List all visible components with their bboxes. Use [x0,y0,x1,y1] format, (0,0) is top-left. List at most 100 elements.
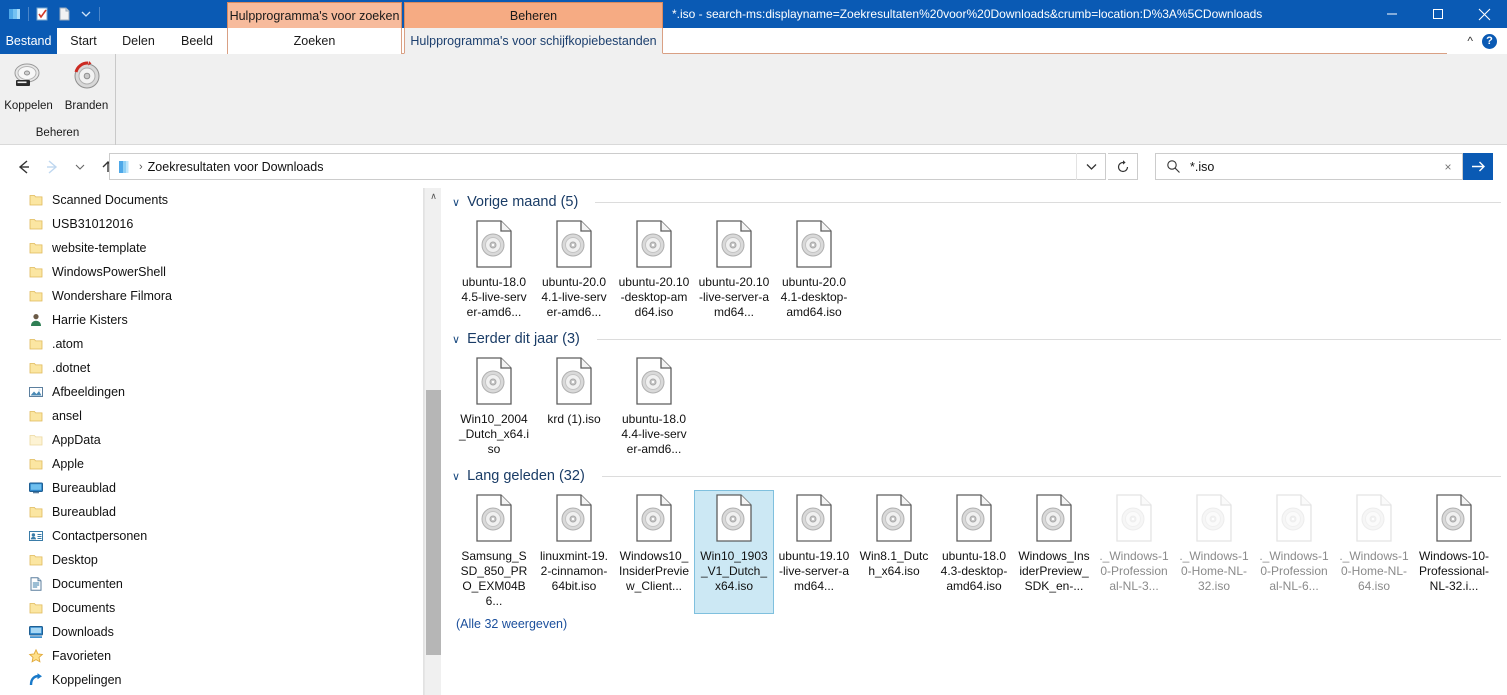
branden-button[interactable]: Branden [58,60,116,112]
iso-file-icon [1114,494,1154,545]
sidebar-item[interactable]: Bureaublad [0,500,423,524]
sidebar-item[interactable]: website-template [0,236,423,260]
file-tile[interactable]: Windows10_InsiderPreview_Client... [614,490,694,614]
window-title: *.iso - search-ms:displayname=Zoekresult… [672,7,1263,21]
file-tile[interactable]: ubuntu-19.10-live-server-amd64... [774,490,854,614]
recent-locations-button[interactable] [66,153,94,181]
group-header[interactable]: ∨ Vorige maand (5) [442,188,1507,216]
file-tile[interactable]: ._Windows-10-Professional-NL-3... [1094,490,1174,614]
sidebar-item[interactable]: Harrie Kisters [0,308,423,332]
new-folder-icon[interactable] [53,3,75,25]
sidebar-item[interactable]: Scanned Documents [0,188,423,212]
file-tile[interactable]: ubuntu-18.04.4-live-server-amd6... [614,353,694,462]
file-tile[interactable]: ubuntu-18.04.3-desktop-amd64.iso [934,490,1014,614]
pictures-icon [28,384,44,400]
tab-delen[interactable]: Delen [110,28,167,54]
sidebar-item[interactable]: WindowsPowerShell [0,260,423,284]
sidebar-item[interactable]: AppData [0,428,423,452]
tab-start[interactable]: Start [57,28,110,54]
sidebar-item[interactable]: Desktop [0,548,423,572]
group-header[interactable]: ∨ Eerder dit jaar (3) [442,325,1507,353]
contextual-group-search[interactable]: Hulpprogramma's voor zoeken [227,2,402,28]
file-tile[interactable]: ._Windows-10-Professional-NL-6... [1254,490,1334,614]
minimize-button[interactable] [1369,0,1415,28]
file-tile[interactable]: ._Windows-10-Home-NL-64.iso [1334,490,1414,614]
search-input[interactable]: *.iso × [1155,153,1463,180]
sidebar-item[interactable]: Wondershare Filmora [0,284,423,308]
group-divider [601,475,1501,477]
sidebar-item[interactable]: .dotnet [0,356,423,380]
sidebar-scrollbar[interactable]: ∧ [424,188,441,695]
chevron-down-icon[interactable]: ∨ [452,333,460,346]
sidebar-item[interactable]: ansel [0,404,423,428]
search-go-button[interactable] [1463,153,1493,180]
folder-icon [28,288,44,304]
back-button[interactable] [10,153,38,181]
file-name: ubuntu-18.04.4-live-server-amd6... [621,412,687,456]
sidebar-item[interactable]: Contactpersonen [0,524,423,548]
file-tile[interactable]: ._Windows-10-Home-NL-32.iso [1174,490,1254,614]
customize-dropdown-icon[interactable] [75,3,97,25]
folder-icon [28,360,44,376]
file-tile[interactable]: Windows_InsiderPreview_SDK_en-... [1014,490,1094,614]
tab-zoeken[interactable]: Zoeken [227,28,402,54]
help-icon[interactable]: ? [1482,33,1497,49]
close-button[interactable] [1461,0,1507,28]
chevron-up-icon[interactable]: ^ [1467,34,1473,48]
sidebar-item[interactable]: Favorieten [0,644,423,668]
tab-beeld[interactable]: Beeld [167,28,227,54]
file-results-pane[interactable]: ∨ Vorige maand (5) ubuntu-18.04.5-live-ser… [442,188,1507,695]
downloads-icon [28,624,44,640]
maximize-button[interactable] [1415,0,1461,28]
sidebar-item[interactable]: Afbeeldingen [0,380,423,404]
breadcrumb[interactable]: Zoekresultaten voor Downloads [148,160,324,174]
group-header[interactable]: ∨ Lang geleden (32) [442,462,1507,490]
search-value: *.iso [1190,159,1215,174]
properties-icon[interactable] [31,3,53,25]
file-tile[interactable]: linuxmint-19.2-cinnamon-64bit.iso [534,490,614,614]
sidebar-item-label: Documenten [52,577,123,591]
scroll-up-arrow-icon[interactable]: ∧ [425,188,442,205]
sidebar-item[interactable]: USB31012016 [0,212,423,236]
file-tile[interactable]: ubuntu-20.10-desktop-amd64.iso [614,216,694,325]
file-name: Windows-10-Professional-NL-32.i... [1418,549,1490,593]
forward-button[interactable] [38,153,66,181]
tab-schijfkopiebestanden[interactable]: Hulpprogramma's voor schijfkopiebestande… [404,28,663,54]
file-tile[interactable]: Win10_1903_V1_Dutch_x64.iso [694,490,774,614]
tab-bestand[interactable]: Bestand [0,28,57,54]
sidebar-item-label: .atom [52,337,84,351]
file-tile-row: Samsung_SSD_850_PRO_EXM04B6... linuxmint-… [442,490,1507,614]
address-field[interactable]: › Zoekresultaten voor Downloads [109,153,1106,180]
file-tile[interactable]: ubuntu-18.04.5-live-server-amd6... [454,216,534,325]
file-tile[interactable]: Samsung_SSD_850_PRO_EXM04B6... [454,490,534,614]
file-tile[interactable]: Win8.1_Dutch_x64.iso [854,490,934,614]
file-tile[interactable]: Win10_2004_Dutch_x64.iso [454,353,534,462]
navigation-pane[interactable]: Scanned Documents USB31012016 website-temp… [0,188,424,695]
file-tile[interactable]: krd (1).iso [534,353,614,462]
file-tile[interactable]: ubuntu-20.04.1-live-server-amd6... [534,216,614,325]
clear-search-icon[interactable]: × [1434,160,1462,174]
address-dropdown-button[interactable] [1076,153,1106,180]
sidebar-item[interactable]: Documenten [0,572,423,596]
sidebar-item-label: Wondershare Filmora [52,289,172,303]
explorer-icon[interactable] [4,3,26,25]
refresh-button[interactable] [1108,153,1138,180]
sidebar-item[interactable]: Koppelingen [0,668,423,692]
file-tile[interactable]: ubuntu-20.04.1-desktop-amd64.iso [774,216,854,325]
sidebar-item[interactable]: Downloads [0,620,423,644]
sidebar-item[interactable]: .atom [0,332,423,356]
koppelen-button[interactable]: Koppelen [0,60,58,112]
sidebar-item[interactable]: Bureaublad [0,476,423,500]
chevron-down-icon[interactable]: ∨ [452,196,460,209]
show-all-link[interactable]: (Alle 32 weergeven) [442,614,1507,631]
file-tile[interactable]: ubuntu-20.10-live-server-amd64... [694,216,774,325]
ribbon-tab-row: Bestand Start Delen Beeld Zoeken Hulppro… [0,28,1507,54]
iso-file-icon [1434,494,1474,545]
file-tile[interactable]: Windows-10-Professional-NL-32.i... [1414,490,1494,614]
sidebar-item[interactable]: Apple [0,452,423,476]
sidebar-item[interactable]: Documents [0,596,423,620]
contextual-group-manage[interactable]: Beheren [404,2,663,28]
iso-file-icon [794,494,834,545]
scrollbar-thumb[interactable] [426,390,441,655]
chevron-down-icon[interactable]: ∨ [452,470,460,483]
